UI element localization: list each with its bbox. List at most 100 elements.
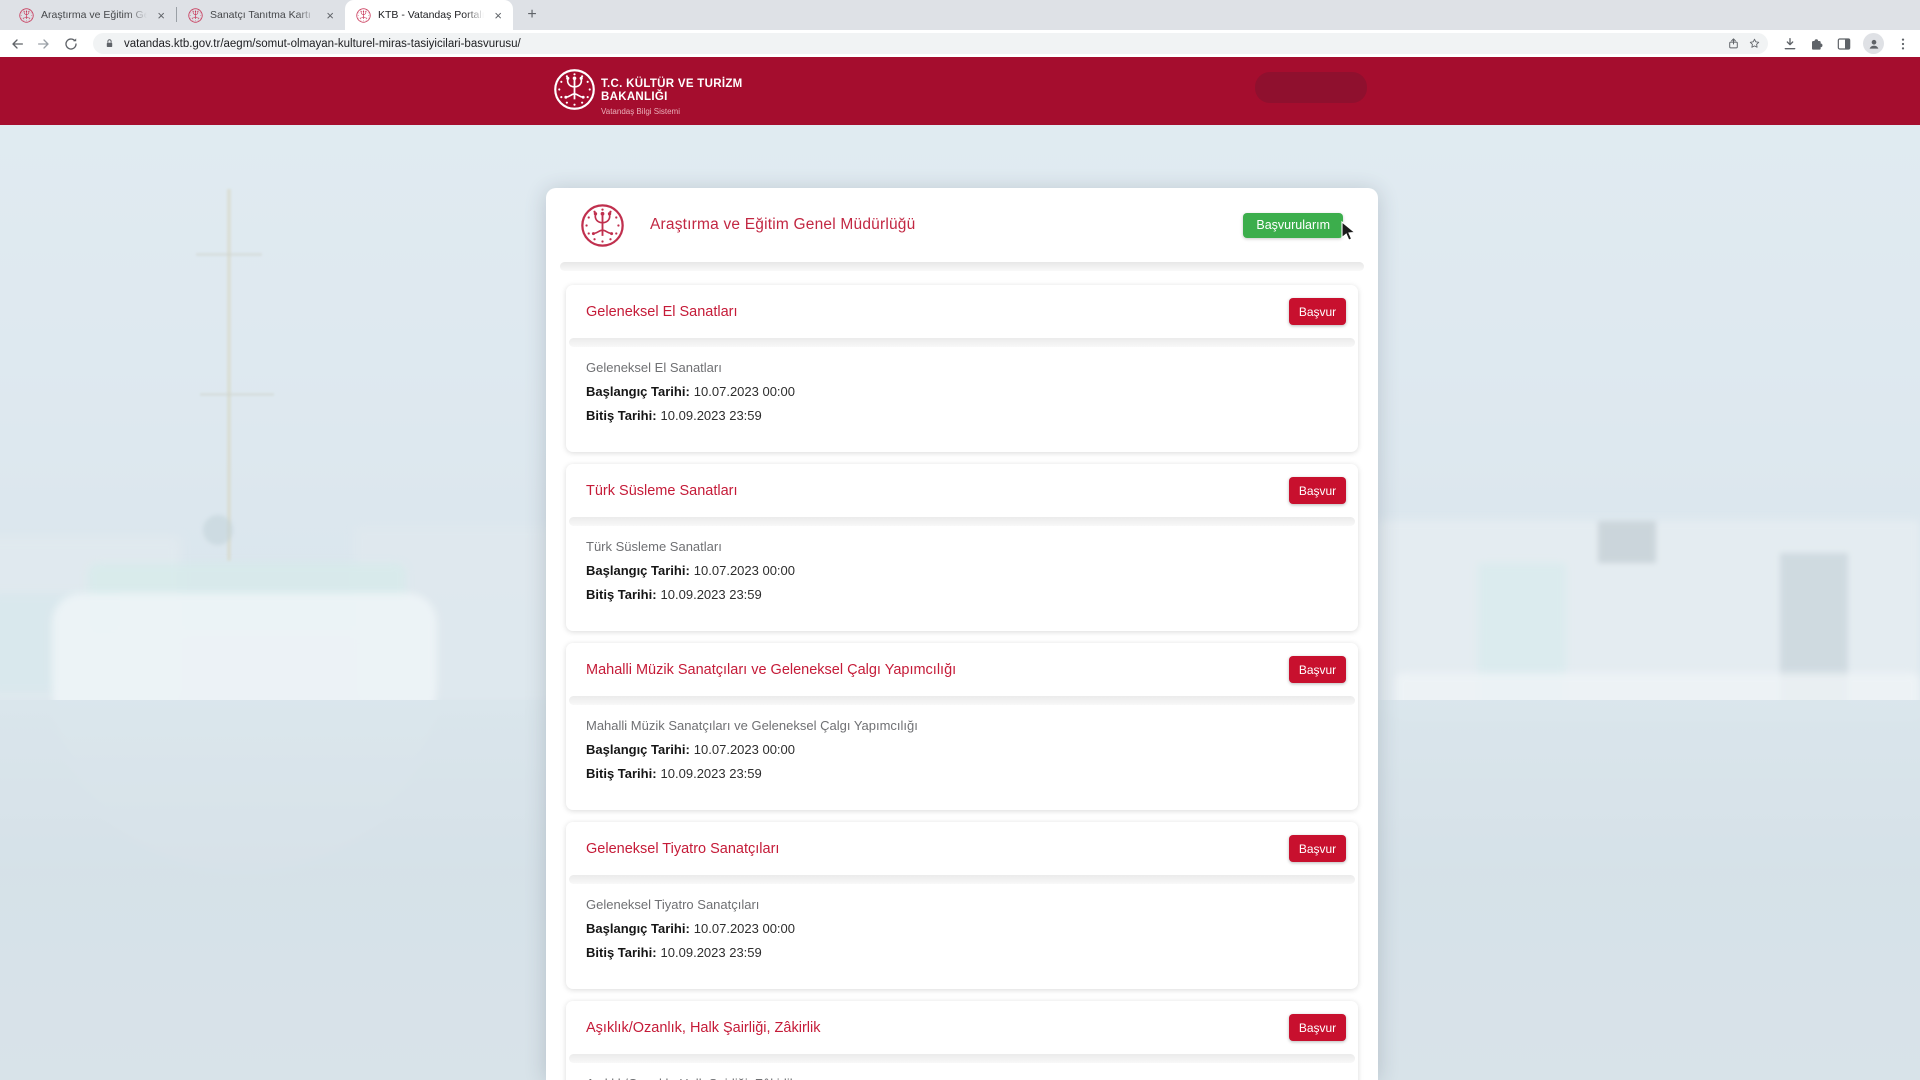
- apply-button[interactable]: Başvur: [1289, 656, 1346, 683]
- apply-button[interactable]: Başvur: [1289, 835, 1346, 862]
- card-header: Türk Süsleme Sanatları Başvur: [566, 464, 1358, 517]
- card-body: Geleneksel Tiyatro Sanatçıları Başlangıç…: [566, 884, 1358, 989]
- back-icon[interactable]: [9, 36, 25, 52]
- tab-title: KTB - Vatandaş Portalı: [378, 9, 484, 21]
- divider: [569, 696, 1355, 705]
- divider: [569, 338, 1355, 347]
- tab-vatandas-portali[interactable]: KTB - Vatandaş Portalı ×: [345, 0, 513, 30]
- end-date-value: 10.09.2023 23:59: [661, 408, 762, 423]
- page-title: Araştırma ve Eğitim Genel Müdürlüğü: [650, 216, 1218, 234]
- start-date-value: 10.07.2023 00:00: [694, 384, 795, 399]
- ministry-name-line1: T.C. KÜLTÜR VE TURİZM: [601, 78, 743, 91]
- site-header: T.C. KÜLTÜR VE TURİZM BAKANLIĞI Vatandaş…: [0, 57, 1920, 125]
- card-description: Geleneksel Tiyatro Sanatçıları: [586, 896, 1338, 913]
- start-date-label: Başlangıç Tarihi:: [586, 384, 690, 399]
- new-tab-button[interactable]: +: [520, 3, 544, 27]
- card-title: Geleneksel Tiyatro Sanatçıları: [586, 841, 779, 857]
- divider: [560, 262, 1364, 271]
- card-body: Türk Süsleme Sanatları Başlangıç Tarihi:…: [566, 526, 1358, 631]
- tab-title: Araştırma ve Eğitim Genel Müd: [41, 9, 147, 21]
- card-header: Geleneksel El Sanatları Başvur: [566, 285, 1358, 338]
- card-title: Geleneksel El Sanatları: [586, 304, 738, 320]
- start-date-label: Başlangıç Tarihi:: [586, 742, 690, 757]
- page-viewport: T.C. KÜLTÜR VE TURİZM BAKANLIĞI Vatandaş…: [0, 57, 1920, 1080]
- ministry-brand: T.C. KÜLTÜR VE TURİZM BAKANLIĞI Vatandaş…: [601, 78, 743, 116]
- card-description: Türk Süsleme Sanatları: [586, 538, 1338, 555]
- browser-toolbar: vatandas.ktb.gov.tr/aegm/somut-olmayan-k…: [0, 30, 1920, 57]
- card-description: Aşıklık/Ozanlık, Halk Şairliği, Zâkirlik: [586, 1075, 1338, 1080]
- forward-icon[interactable]: [36, 36, 52, 52]
- directorate-emblem-icon: [580, 203, 625, 248]
- start-date-row: Başlangıç Tarihi: 10.07.2023 00:00: [586, 920, 1338, 937]
- card-header: Geleneksel Tiyatro Sanatçıları Başvur: [566, 822, 1358, 875]
- ktb-favicon-icon: [356, 8, 371, 23]
- tab-strip: Araştırma ve Eğitim Genel Müd × Sanatçı …: [0, 0, 1920, 30]
- side-panel-icon[interactable]: [1836, 36, 1852, 52]
- url-bar[interactable]: vatandas.ktb.gov.tr/aegm/somut-olmayan-k…: [93, 33, 1768, 54]
- start-date-row: Başlangıç Tarihi: 10.07.2023 00:00: [586, 383, 1338, 400]
- apply-button[interactable]: Başvur: [1289, 477, 1346, 504]
- start-date-value: 10.07.2023 00:00: [694, 742, 795, 757]
- end-date-label: Bitiş Tarihi:: [586, 945, 657, 960]
- url-text: vatandas.ktb.gov.tr/aegm/somut-olmayan-k…: [124, 38, 521, 50]
- menu-kebab-icon[interactable]: [1895, 36, 1911, 52]
- end-date-value: 10.09.2023 23:59: [661, 945, 762, 960]
- person-icon: [1867, 37, 1881, 51]
- card-body: Mahalli Müzik Sanatçıları ve Geleneksel …: [566, 705, 1358, 810]
- reload-icon[interactable]: [63, 36, 79, 52]
- tab-close-icon[interactable]: ×: [154, 8, 168, 23]
- application-card: Türk Süsleme Sanatları Başvur Türk Süsle…: [566, 464, 1358, 631]
- application-card: Aşıklık/Ozanlık, Halk Şairliği, Zâkirlik…: [566, 1001, 1358, 1080]
- application-list: Geleneksel El Sanatları Başvur Gelenekse…: [546, 271, 1378, 1080]
- card-title: Türk Süsleme Sanatları: [586, 483, 738, 499]
- tab-title: Sanatçı Tanıtma Kartı: [210, 9, 316, 21]
- divider: [569, 875, 1355, 884]
- start-date-value: 10.07.2023 00:00: [694, 563, 795, 578]
- end-date-label: Bitiş Tarihi:: [586, 766, 657, 781]
- apply-button[interactable]: Başvur: [1289, 1014, 1346, 1041]
- start-date-label: Başlangıç Tarihi:: [586, 921, 690, 936]
- start-date-label: Başlangıç Tarihi:: [586, 563, 690, 578]
- card-header: Aşıklık/Ozanlık, Halk Şairliği, Zâkirlik…: [566, 1001, 1358, 1054]
- start-date-row: Başlangıç Tarihi: 10.07.2023 00:00: [586, 741, 1338, 758]
- download-icon[interactable]: [1782, 36, 1798, 52]
- ministry-name-line2: BAKANLIĞI: [601, 91, 743, 104]
- application-card: Geleneksel El Sanatları Başvur Gelenekse…: [566, 285, 1358, 452]
- end-date-label: Bitiş Tarihi:: [586, 587, 657, 602]
- panel-header: Araştırma ve Eğitim Genel Müdürlüğü Başv…: [546, 188, 1378, 262]
- tab-close-icon[interactable]: ×: [491, 8, 505, 23]
- card-description: Geleneksel El Sanatları: [586, 359, 1338, 376]
- account-button[interactable]: [1255, 72, 1367, 103]
- application-card: Geleneksel Tiyatro Sanatçıları Başvur Ge…: [566, 822, 1358, 989]
- tab-sanatci-tanitma[interactable]: Sanatçı Tanıtma Kartı ×: [177, 0, 345, 30]
- ministry-emblem-icon: [553, 68, 596, 111]
- share-icon[interactable]: [1727, 37, 1740, 50]
- end-date-row: Bitiş Tarihi: 10.09.2023 23:59: [586, 586, 1338, 603]
- start-date-value: 10.07.2023 00:00: [694, 921, 795, 936]
- divider: [569, 517, 1355, 526]
- start-date-row: Başlangıç Tarihi: 10.07.2023 00:00: [586, 562, 1338, 579]
- end-date-row: Bitiş Tarihi: 10.09.2023 23:59: [586, 765, 1338, 782]
- card-body: Aşıklık/Ozanlık, Halk Şairliği, Zâkirlik…: [566, 1063, 1358, 1080]
- profile-avatar[interactable]: [1863, 33, 1884, 54]
- tab-close-icon[interactable]: ×: [323, 8, 337, 23]
- ktb-favicon-icon: [188, 8, 203, 23]
- card-header: Mahalli Müzik Sanatçıları ve Geleneksel …: [566, 643, 1358, 696]
- lock-icon[interactable]: [103, 37, 116, 50]
- my-applications-button[interactable]: Başvurularım: [1243, 213, 1343, 238]
- card-description: Mahalli Müzik Sanatçıları ve Geleneksel …: [586, 717, 1338, 734]
- application-card: Mahalli Müzik Sanatçıları ve Geleneksel …: [566, 643, 1358, 810]
- end-date-value: 10.09.2023 23:59: [661, 766, 762, 781]
- end-date-label: Bitiş Tarihi:: [586, 408, 657, 423]
- tab-aegm[interactable]: Araştırma ve Eğitim Genel Müd ×: [8, 0, 176, 30]
- bookmark-star-icon[interactable]: [1748, 37, 1761, 50]
- system-subtitle: Vatandaş Bilgi Sistemi: [601, 107, 743, 116]
- ktb-favicon-icon: [19, 8, 34, 23]
- extensions-puzzle-icon[interactable]: [1809, 36, 1825, 52]
- content-panel: Araştırma ve Eğitim Genel Müdürlüğü Başv…: [546, 188, 1378, 1080]
- divider: [569, 1054, 1355, 1063]
- end-date-row: Bitiş Tarihi: 10.09.2023 23:59: [586, 407, 1338, 424]
- card-body: Geleneksel El Sanatları Başlangıç Tarihi…: [566, 347, 1358, 452]
- end-date-value: 10.09.2023 23:59: [661, 587, 762, 602]
- apply-button[interactable]: Başvur: [1289, 298, 1346, 325]
